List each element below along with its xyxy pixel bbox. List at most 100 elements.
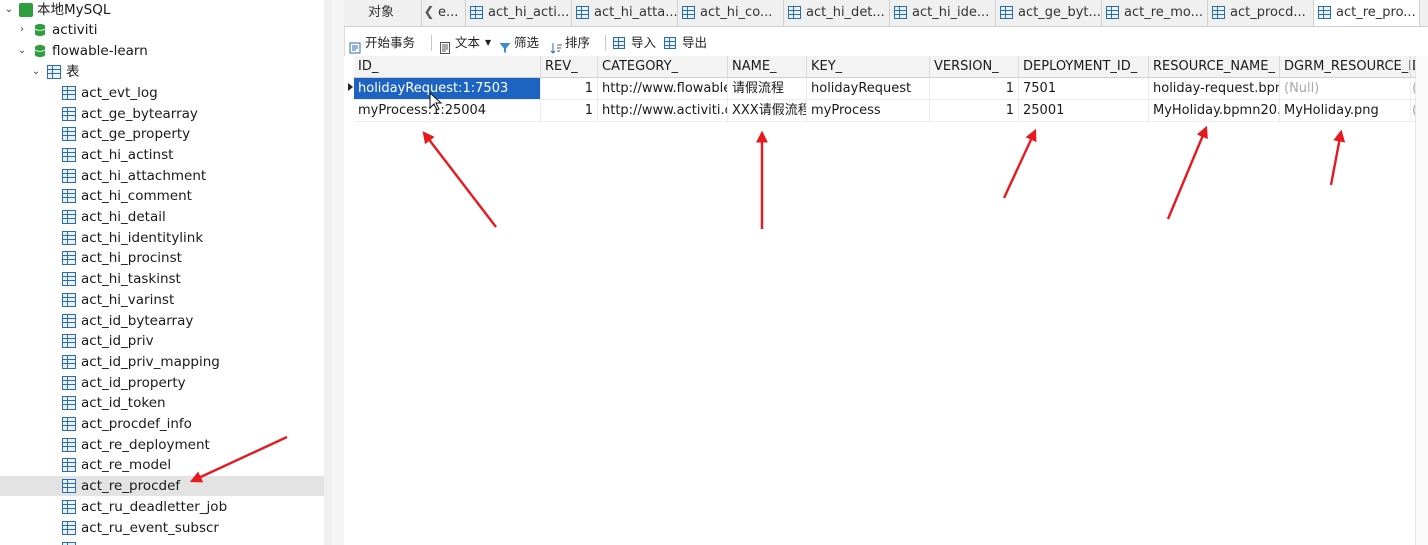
column-header-dgrm-resource-name[interactable]: DGRM_RESOURCE_N xyxy=(1280,56,1411,78)
tab-table[interactable]: act_hi_acti... xyxy=(466,0,572,26)
cell-name[interactable]: XXX请假流程 xyxy=(728,100,807,122)
sidebar-item-table[interactable]: act_ge_bytearray xyxy=(0,104,324,124)
tab-table[interactable]: act_hi_co... xyxy=(678,0,784,26)
column-header-id[interactable]: ID_ xyxy=(354,56,541,78)
sidebar-item-table-partial[interactable] xyxy=(0,539,324,545)
chevron-down-icon[interactable]: ⌄ xyxy=(17,41,27,61)
tables-folder-icon xyxy=(47,65,61,79)
sidebar-item-table[interactable]: act_hi_comment xyxy=(0,186,324,206)
chevron-down-icon[interactable]: ⌄ xyxy=(4,0,14,20)
table-name: act_hi_comment xyxy=(81,188,192,204)
cell-category[interactable]: http://www.flowable xyxy=(598,78,728,100)
tab-table[interactable]: act_procd... xyxy=(1208,0,1314,26)
tab-table[interactable]: act_hi_atta... xyxy=(572,0,678,26)
table-name: act_ru_event_subscr xyxy=(81,520,219,536)
sidebar-item-table[interactable]: act_hi_detail xyxy=(0,207,324,227)
cell-resource-name[interactable]: holiday-request.bpmn xyxy=(1149,78,1280,100)
cell-rev[interactable]: 1 xyxy=(541,78,598,100)
cell-id[interactable]: holidayRequest:1:7503 xyxy=(354,78,541,100)
cell-resource-name[interactable]: MyHoliday.bpmn20. xyxy=(1149,100,1280,122)
cell-deployment-id[interactable]: 25001 xyxy=(1019,100,1149,122)
sidebar-item-table[interactable]: act_id_property xyxy=(0,373,324,393)
sidebar-item-table[interactable]: act_ru_event_subscr xyxy=(0,518,324,538)
table-name: act_hi_taskinst xyxy=(81,271,181,287)
text-view-button[interactable]: 文本 ▼ xyxy=(439,30,495,56)
column-header-category[interactable]: CATEGORY_ xyxy=(598,56,728,78)
tables-group-label: 表 xyxy=(66,64,80,80)
sidebar-item-table[interactable]: act_ge_property xyxy=(0,124,324,144)
table-name: act_id_token xyxy=(81,395,166,411)
table-name: act_hi_actinst xyxy=(81,147,174,163)
sidebar-item-table[interactable]: act_procdef_info xyxy=(0,414,324,434)
column-header-resource-name[interactable]: RESOURCE_NAME_ xyxy=(1149,56,1280,78)
table-icon xyxy=(1212,6,1225,19)
table-name: act_hi_attachment xyxy=(81,168,207,184)
cell-version[interactable]: 1 xyxy=(930,100,1019,122)
begin-transaction-button[interactable]: 开始事务 xyxy=(349,30,427,56)
cell-key[interactable]: myProcess xyxy=(807,100,930,122)
table-icon xyxy=(62,376,76,390)
tree-database-flowable-learn[interactable]: ⌄ flowable-learn xyxy=(0,41,324,61)
column-header-version[interactable]: VERSION_ xyxy=(930,56,1019,78)
tab-table-active[interactable]: act_re_pro... xyxy=(1314,0,1420,26)
sidebar-item-table[interactable]: act_re_deployment xyxy=(0,435,324,455)
sidebar-item-table[interactable]: act_re_model xyxy=(0,455,324,475)
sort-button[interactable]: 排序 xyxy=(550,30,596,56)
tree-database-activiti[interactable]: › activiti xyxy=(0,20,324,40)
sidebar-item-table[interactable]: act_evt_log xyxy=(0,83,324,103)
tree-connection[interactable]: ⌄ 本地MySQL xyxy=(0,0,324,20)
mysql-connection-icon xyxy=(19,3,33,17)
cell-rev[interactable]: 1 xyxy=(541,100,598,122)
tree-tables-group[interactable]: ⌄ 表 xyxy=(0,62,324,82)
sidebar-item-table[interactable]: act_id_priv_mapping xyxy=(0,352,324,372)
column-header-name[interactable]: NAME_ xyxy=(728,56,807,78)
table-icon xyxy=(62,272,76,286)
grid-vertical-scrollbar[interactable] xyxy=(1415,56,1428,545)
table-name: act_procdef_info xyxy=(81,416,192,432)
tab-table[interactable]: act_re_mo... xyxy=(1102,0,1208,26)
tab-table[interactable]: act_hi_det... xyxy=(784,0,890,26)
sidebar-item-table[interactable]: act_hi_procinst xyxy=(0,248,324,268)
sidebar-item-table[interactable]: act_hi_varinst xyxy=(0,290,324,310)
sort-icon xyxy=(550,37,562,54)
export-button[interactable]: 导出 xyxy=(664,30,710,56)
sidebar-item-table[interactable]: act_hi_actinst xyxy=(0,145,324,165)
cell-dgrm-resource-name[interactable]: MyHoliday.png xyxy=(1280,100,1411,122)
cell-category[interactable]: http://www.activiti.o xyxy=(598,100,728,122)
tab-objects[interactable]: 对象 xyxy=(344,0,422,26)
table-name: act_id_priv xyxy=(81,333,154,349)
column-header-key[interactable]: KEY_ xyxy=(807,56,930,78)
tab-scroll-left-icon[interactable]: ❮ xyxy=(422,0,436,26)
sidebar-item-table[interactable]: act_id_token xyxy=(0,393,324,413)
sidebar-item-table[interactable]: act_id_priv xyxy=(0,331,324,351)
sidebar-item-table[interactable]: act_hi_identitylink xyxy=(0,228,324,248)
cell-key[interactable]: holidayRequest xyxy=(807,78,930,100)
current-row-marker-icon xyxy=(348,83,353,91)
sidebar-item-table[interactable]: act_hi_taskinst xyxy=(0,269,324,289)
cell-version[interactable]: 1 xyxy=(930,78,1019,100)
column-header-rev[interactable]: REV_ xyxy=(541,56,598,78)
tab-table[interactable]: act_hi_ide... xyxy=(890,0,996,26)
column-header-deployment-id[interactable]: DEPLOYMENT_ID_ xyxy=(1019,56,1149,78)
chevron-down-icon[interactable]: ⌄ xyxy=(31,62,41,82)
table-name: act_ge_bytearray xyxy=(81,106,198,122)
tab-table[interactable]: act_ge_byt... xyxy=(996,0,1102,26)
tab-table[interactable]: e... xyxy=(436,0,466,26)
sidebar-item-table[interactable]: act_id_bytearray xyxy=(0,311,324,331)
table-name: act_re_model xyxy=(81,457,172,473)
filter-button[interactable]: 筛选 xyxy=(499,30,545,56)
database-icon xyxy=(33,44,47,58)
table-name: act_re_procdef xyxy=(81,478,181,494)
cell-name[interactable]: 请假流程 xyxy=(728,78,807,100)
cell-id[interactable]: myProcess:1:25004 xyxy=(354,100,541,122)
sidebar-item-table[interactable]: act_hi_attachment xyxy=(0,166,324,186)
sidebar-scrollbar[interactable] xyxy=(324,0,332,545)
cell-deployment-id[interactable]: 7501 xyxy=(1019,78,1149,100)
sidebar-item-table[interactable]: act_ru_deadletter_job xyxy=(0,497,324,517)
cell-dgrm-resource-name[interactable]: (Null) xyxy=(1280,78,1411,100)
sidebar-item-table-selected[interactable]: act_re_procdef xyxy=(0,476,324,496)
table-icon xyxy=(576,6,589,19)
import-button[interactable]: 导入 xyxy=(613,30,659,56)
table-icon xyxy=(1318,6,1331,19)
chevron-right-icon[interactable]: › xyxy=(17,20,27,40)
